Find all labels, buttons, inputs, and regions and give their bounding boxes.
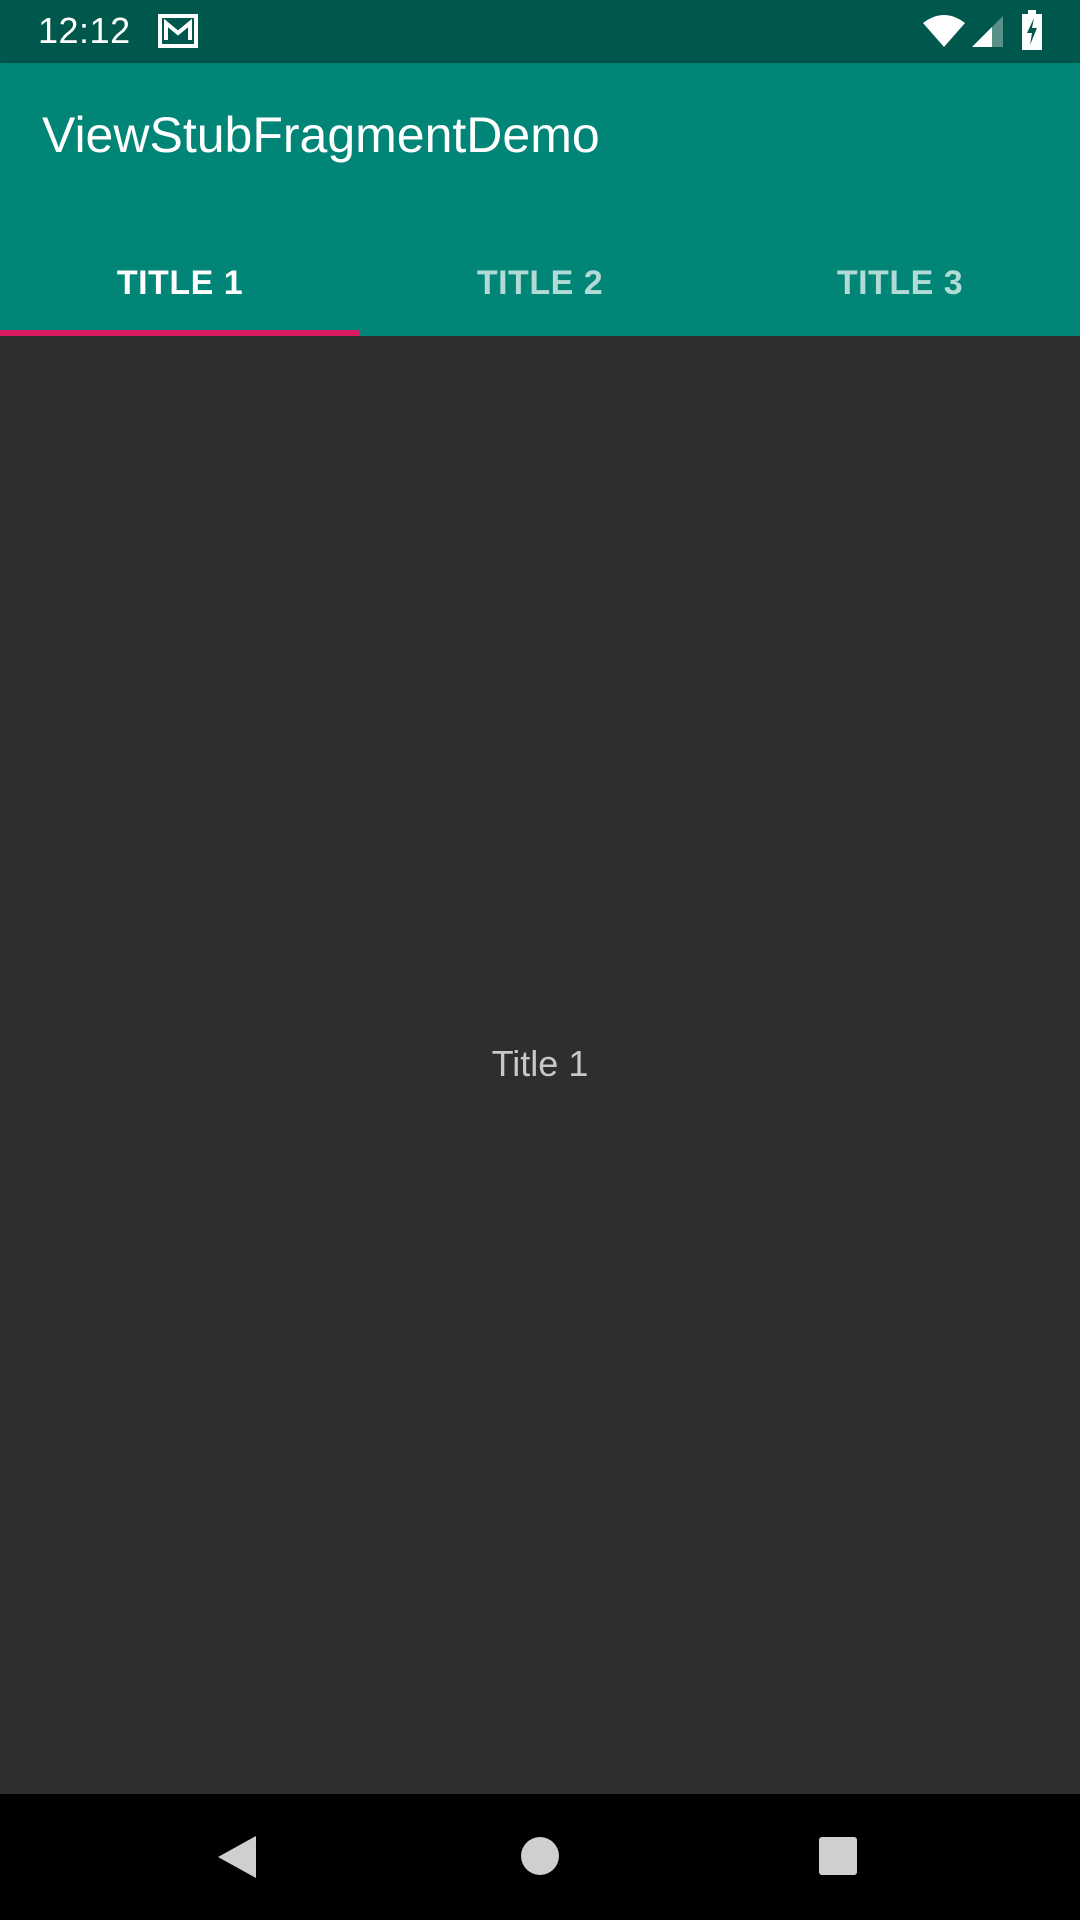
status-time: 12:12 [38,10,131,51]
back-icon[interactable] [216,1834,258,1880]
tab-bar: TITLE 1 TITLE 2 TITLE 3 [0,231,1080,336]
signal-icon [970,14,1004,48]
status-bar: 12:12 [0,0,1080,63]
app-title: ViewStubFragmentDemo [42,107,600,163]
content-text: Title 1 [491,1043,589,1084]
navigation-bar [0,1794,1080,1920]
tab-title-2[interactable]: TITLE 2 [360,231,720,336]
home-icon[interactable] [520,1836,560,1876]
screen: 12:12 ViewStubFragmentDemo TITLE 1 TITLE… [0,0,1080,1920]
tab-title-1[interactable]: TITLE 1 [0,231,360,336]
fragment-content: Title 1 [0,336,1080,1794]
wifi-icon [922,14,966,48]
battery-charging-icon [1022,10,1042,50]
recents-icon[interactable] [818,1836,858,1876]
app-bar: ViewStubFragmentDemo TITLE 1 TITLE 2 TIT… [0,63,1080,336]
mail-icon [158,14,198,48]
tab-title-3[interactable]: TITLE 3 [720,231,1080,336]
